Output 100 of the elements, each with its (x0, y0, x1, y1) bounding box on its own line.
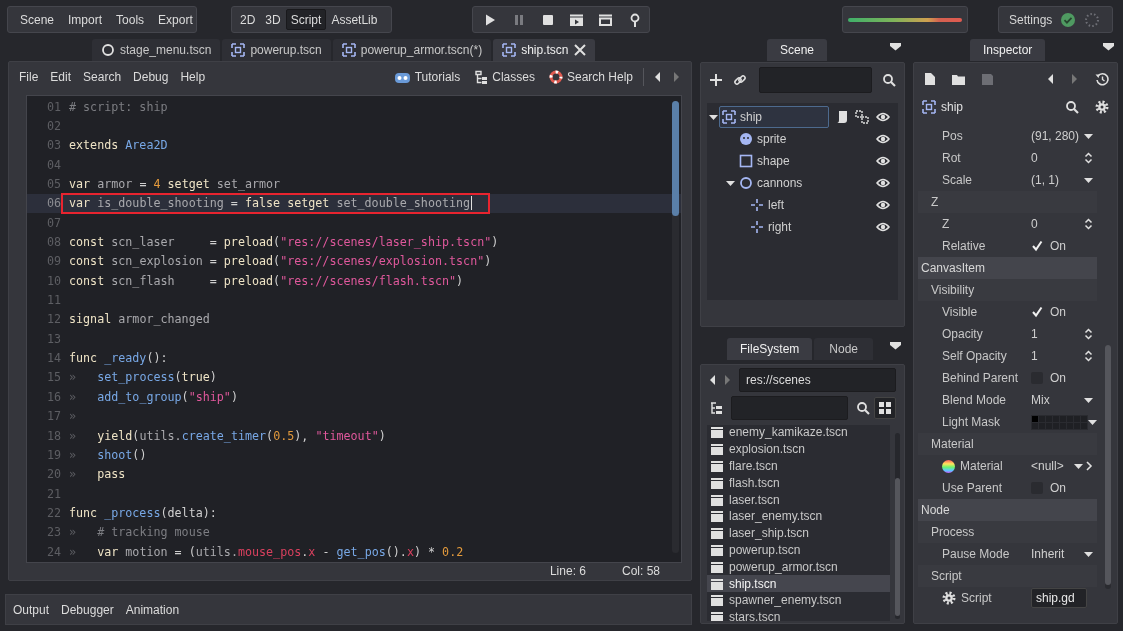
settings-button[interactable]: Settings (998, 6, 1113, 33)
workspace-tab[interactable]: AssetLib (326, 9, 383, 30)
workspace-tab[interactable]: 2D (235, 9, 261, 30)
scene-entry[interactable]: stars.tscn (707, 608, 890, 621)
group-header[interactable]: Script (918, 565, 1097, 587)
forward-arrow-icon[interactable] (723, 373, 733, 387)
workspace-tab[interactable]: Script (285, 9, 327, 30)
checkbox[interactable] (1031, 306, 1043, 318)
section-header[interactable]: Node (918, 499, 1097, 521)
settings-icon[interactable] (1095, 100, 1109, 114)
scrollbar[interactable] (895, 433, 900, 619)
property-value[interactable]: 0 (1031, 214, 1097, 234)
document-tab[interactable]: powerup.tscn (222, 39, 331, 61)
path-field[interactable]: res://scenes (739, 368, 896, 392)
close-icon[interactable] (573, 44, 586, 56)
menu-item[interactable]: Help (174, 70, 212, 84)
scene-entry[interactable]: powerup_armor.tscn (707, 558, 890, 576)
menu-item[interactable]: Import (61, 8, 110, 31)
dock-tab[interactable]: Node (814, 338, 874, 360)
scene-entry[interactable]: flash.tscn (707, 474, 890, 492)
tree-node[interactable]: left (747, 194, 789, 216)
scene-entry[interactable]: explosion.tscn (707, 440, 890, 458)
scene-entry[interactable]: laser_ship.tscn (707, 524, 890, 542)
scene-entry[interactable]: flare.tscn (707, 457, 890, 475)
menu-item[interactable]: Edit (44, 70, 78, 84)
menu-item[interactable]: Tools (109, 8, 152, 31)
scene-entry[interactable]: ship.tscn (707, 575, 890, 592)
tree-node[interactable]: right (747, 216, 797, 238)
eye-icon[interactable] (876, 111, 890, 123)
tree-node[interactable]: cannons (736, 172, 808, 194)
menu-item[interactable]: Search (77, 70, 128, 84)
scene-entry[interactable]: powerup.tscn (707, 541, 890, 559)
menu-item[interactable]: File (13, 70, 45, 84)
panel-tab[interactable]: Animation (119, 602, 186, 617)
dock-tab[interactable]: Scene (767, 39, 828, 61)
eye-icon[interactable] (876, 221, 890, 233)
property-value[interactable]: 1 (1031, 324, 1097, 344)
filter-field[interactable] (759, 67, 872, 93)
group-header[interactable]: Z (918, 191, 1097, 213)
scene-entry[interactable]: laser.tscn (707, 491, 890, 508)
document-tab[interactable]: powerup_armor.tscn(*) (332, 39, 492, 61)
property-value[interactable]: 0 (1031, 148, 1097, 168)
section-header[interactable]: CanvasItem (918, 257, 1097, 279)
dropdown-icon[interactable] (1088, 418, 1097, 426)
property-value[interactable]: Mix (1031, 390, 1097, 410)
scene-entry[interactable]: laser_enemy.tscn (707, 508, 890, 525)
checkbox-label[interactable]: On (1050, 239, 1066, 253)
checkbox-label[interactable]: On (1050, 305, 1066, 319)
menu-item[interactable]: Scene (13, 8, 62, 31)
dock-menu-icon[interactable] (1103, 43, 1114, 51)
tree-view-icon[interactable] (709, 401, 723, 415)
tree-node[interactable]: ship (719, 106, 829, 128)
property-value[interactable]: Inherit (1031, 544, 1097, 564)
tree-node[interactable]: shape (736, 150, 795, 172)
link-icon[interactable] (733, 73, 747, 87)
search-icon[interactable] (1065, 100, 1079, 114)
resource-field[interactable]: <null> (1031, 456, 1097, 476)
forward-arrow-icon[interactable] (1070, 72, 1080, 86)
forward-arrow-icon[interactable] (672, 70, 682, 84)
expand-arrow-icon[interactable] (726, 179, 735, 187)
tutorials-button[interactable]: Tutorials (393, 70, 461, 84)
property-value[interactable]: 1 (1031, 346, 1097, 366)
search-icon[interactable] (882, 73, 896, 87)
property-value[interactable]: (1, 1) (1031, 170, 1097, 190)
eye-icon[interactable] (876, 199, 890, 211)
eye-icon[interactable] (876, 155, 890, 167)
scene-entry[interactable]: spawner_enemy.tscn (707, 591, 890, 609)
document-tab[interactable]: ship.tscn (493, 39, 595, 61)
history-icon[interactable] (1095, 72, 1109, 86)
grid-view-button[interactable] (874, 397, 896, 419)
dock-tab[interactable]: FileSystem (727, 338, 813, 360)
folder-icon[interactable] (951, 72, 966, 86)
group-header[interactable]: Material (918, 433, 1097, 455)
menu-item[interactable]: Debug (127, 70, 175, 84)
search-field[interactable] (731, 396, 848, 420)
script-field[interactable]: ship.gd (1031, 588, 1087, 608)
panel-tab[interactable]: Debugger (55, 602, 120, 617)
file-icon[interactable] (924, 72, 936, 86)
eye-icon[interactable] (876, 133, 890, 145)
dock-menu-icon[interactable] (890, 43, 901, 51)
script-icon[interactable] (836, 110, 848, 124)
checkbox[interactable] (1031, 240, 1043, 252)
checkbox-label[interactable]: On (1050, 481, 1066, 495)
scene-entry[interactable]: enemy_kamikaze.tscn (707, 425, 890, 441)
search-help-button[interactable]: Search Help (548, 70, 633, 84)
dock-tab[interactable]: Inspector (970, 39, 1046, 61)
search-icon[interactable] (856, 401, 870, 415)
property-value[interactable]: (91, 280) (1031, 126, 1097, 146)
workspace-tab[interactable]: 3D (260, 9, 286, 30)
group-header[interactable]: Visibility (918, 279, 1097, 301)
classes-button[interactable]: Classes (474, 70, 535, 84)
checkbox-label[interactable]: On (1050, 371, 1066, 385)
document-tab[interactable]: stage_menu.tscn (92, 39, 221, 61)
panel-tab[interactable]: Output (7, 602, 56, 617)
dashed-squares-icon[interactable] (855, 110, 869, 124)
menu-item[interactable]: Export (151, 8, 200, 31)
group-header[interactable]: Process (918, 521, 1097, 543)
dock-menu-icon[interactable] (890, 342, 901, 350)
scrollbar-thumb[interactable] (672, 101, 679, 216)
scrollbar-thumb[interactable] (895, 478, 900, 616)
